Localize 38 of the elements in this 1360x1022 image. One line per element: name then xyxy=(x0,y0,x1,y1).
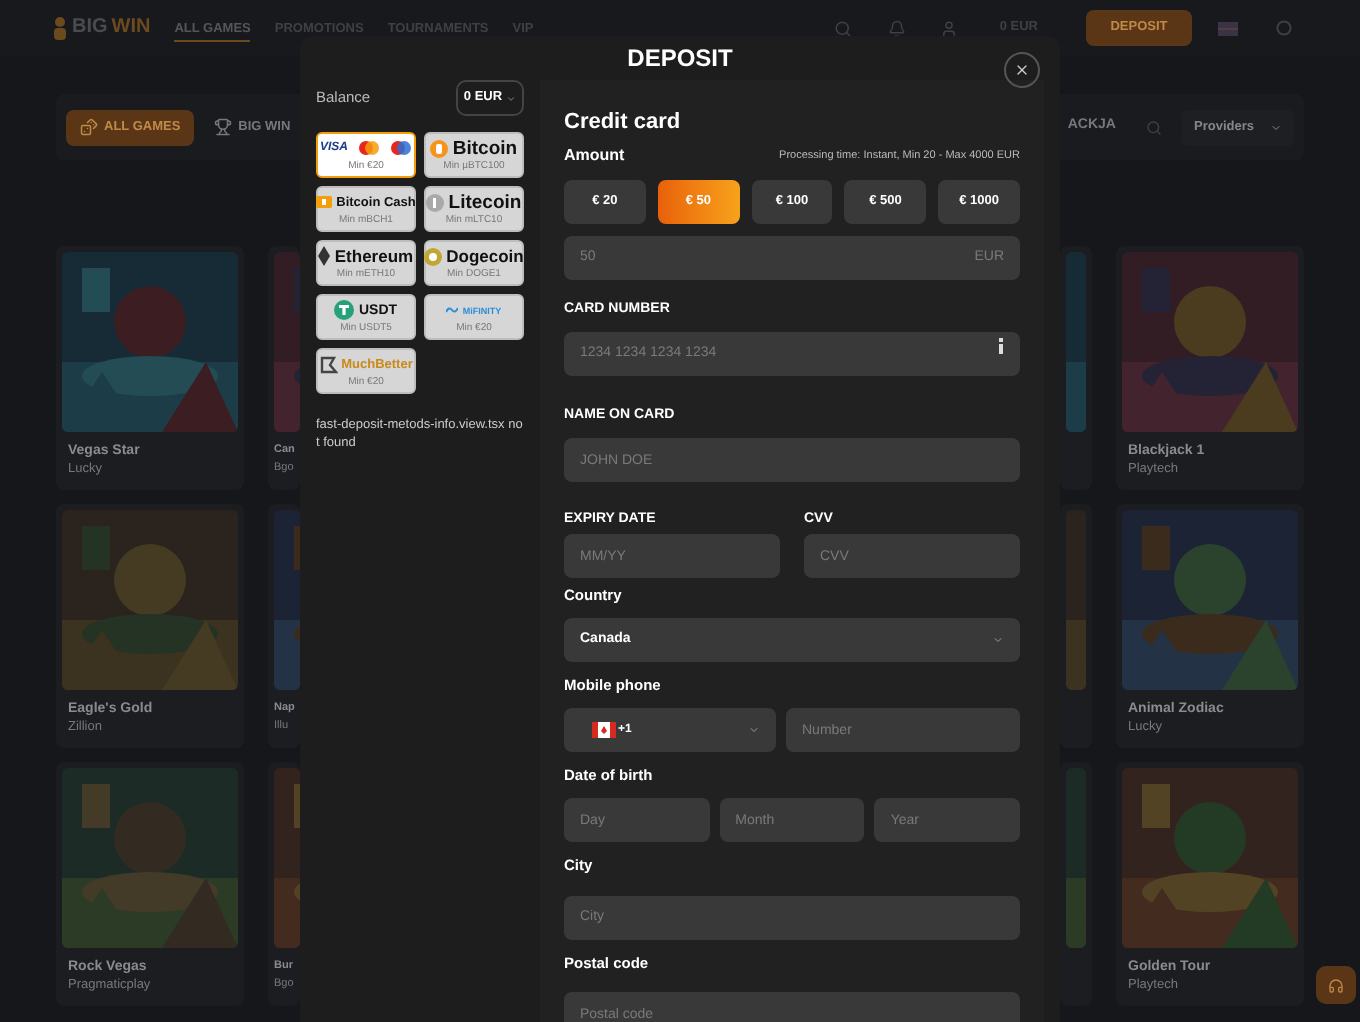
modal-title: DEPOSIT xyxy=(627,42,733,76)
flag-icon[interactable] xyxy=(1218,21,1238,35)
mastercard-icon xyxy=(358,140,380,156)
chevron-down-icon xyxy=(506,93,517,103)
chevron-down-icon xyxy=(748,724,760,736)
info-icon[interactable] xyxy=(998,338,1004,354)
headset-icon xyxy=(1328,977,1344,993)
coin-icon xyxy=(334,300,355,320)
close-icon xyxy=(1014,62,1030,78)
method-name: Ethereum xyxy=(334,245,414,267)
amount-label: Amount xyxy=(564,144,625,168)
coin-icon xyxy=(426,193,445,211)
coin-icon xyxy=(316,196,333,208)
game-card[interactable] xyxy=(1060,762,1092,1006)
chevron-down-icon xyxy=(992,634,1004,646)
coin-icon xyxy=(430,139,449,157)
logo-icon xyxy=(52,16,68,40)
trophy-icon xyxy=(214,118,233,136)
flag-icon xyxy=(592,722,616,738)
method-name: Bitcoin xyxy=(452,137,518,159)
method-name: Dogecoin xyxy=(446,245,524,267)
form-title: Credit card xyxy=(564,108,683,136)
chevron-down-icon xyxy=(1270,121,1282,133)
search-icon[interactable] xyxy=(833,19,852,37)
coin-icon xyxy=(424,247,443,265)
support-button[interactable] xyxy=(1316,966,1356,1004)
method-name: Litecoin xyxy=(448,191,522,213)
maestro-icon xyxy=(390,140,412,156)
game-card[interactable] xyxy=(1060,504,1092,748)
logo-text: WIN xyxy=(111,18,151,38)
diamond-icon xyxy=(318,246,331,266)
wave-icon xyxy=(446,306,459,314)
user-icon[interactable] xyxy=(939,19,958,37)
logo-icon xyxy=(319,355,338,373)
bell-icon[interactable] xyxy=(887,19,906,37)
search-icon[interactable] xyxy=(1146,119,1162,135)
game-card[interactable] xyxy=(1060,246,1092,490)
dice-icon xyxy=(80,118,98,136)
